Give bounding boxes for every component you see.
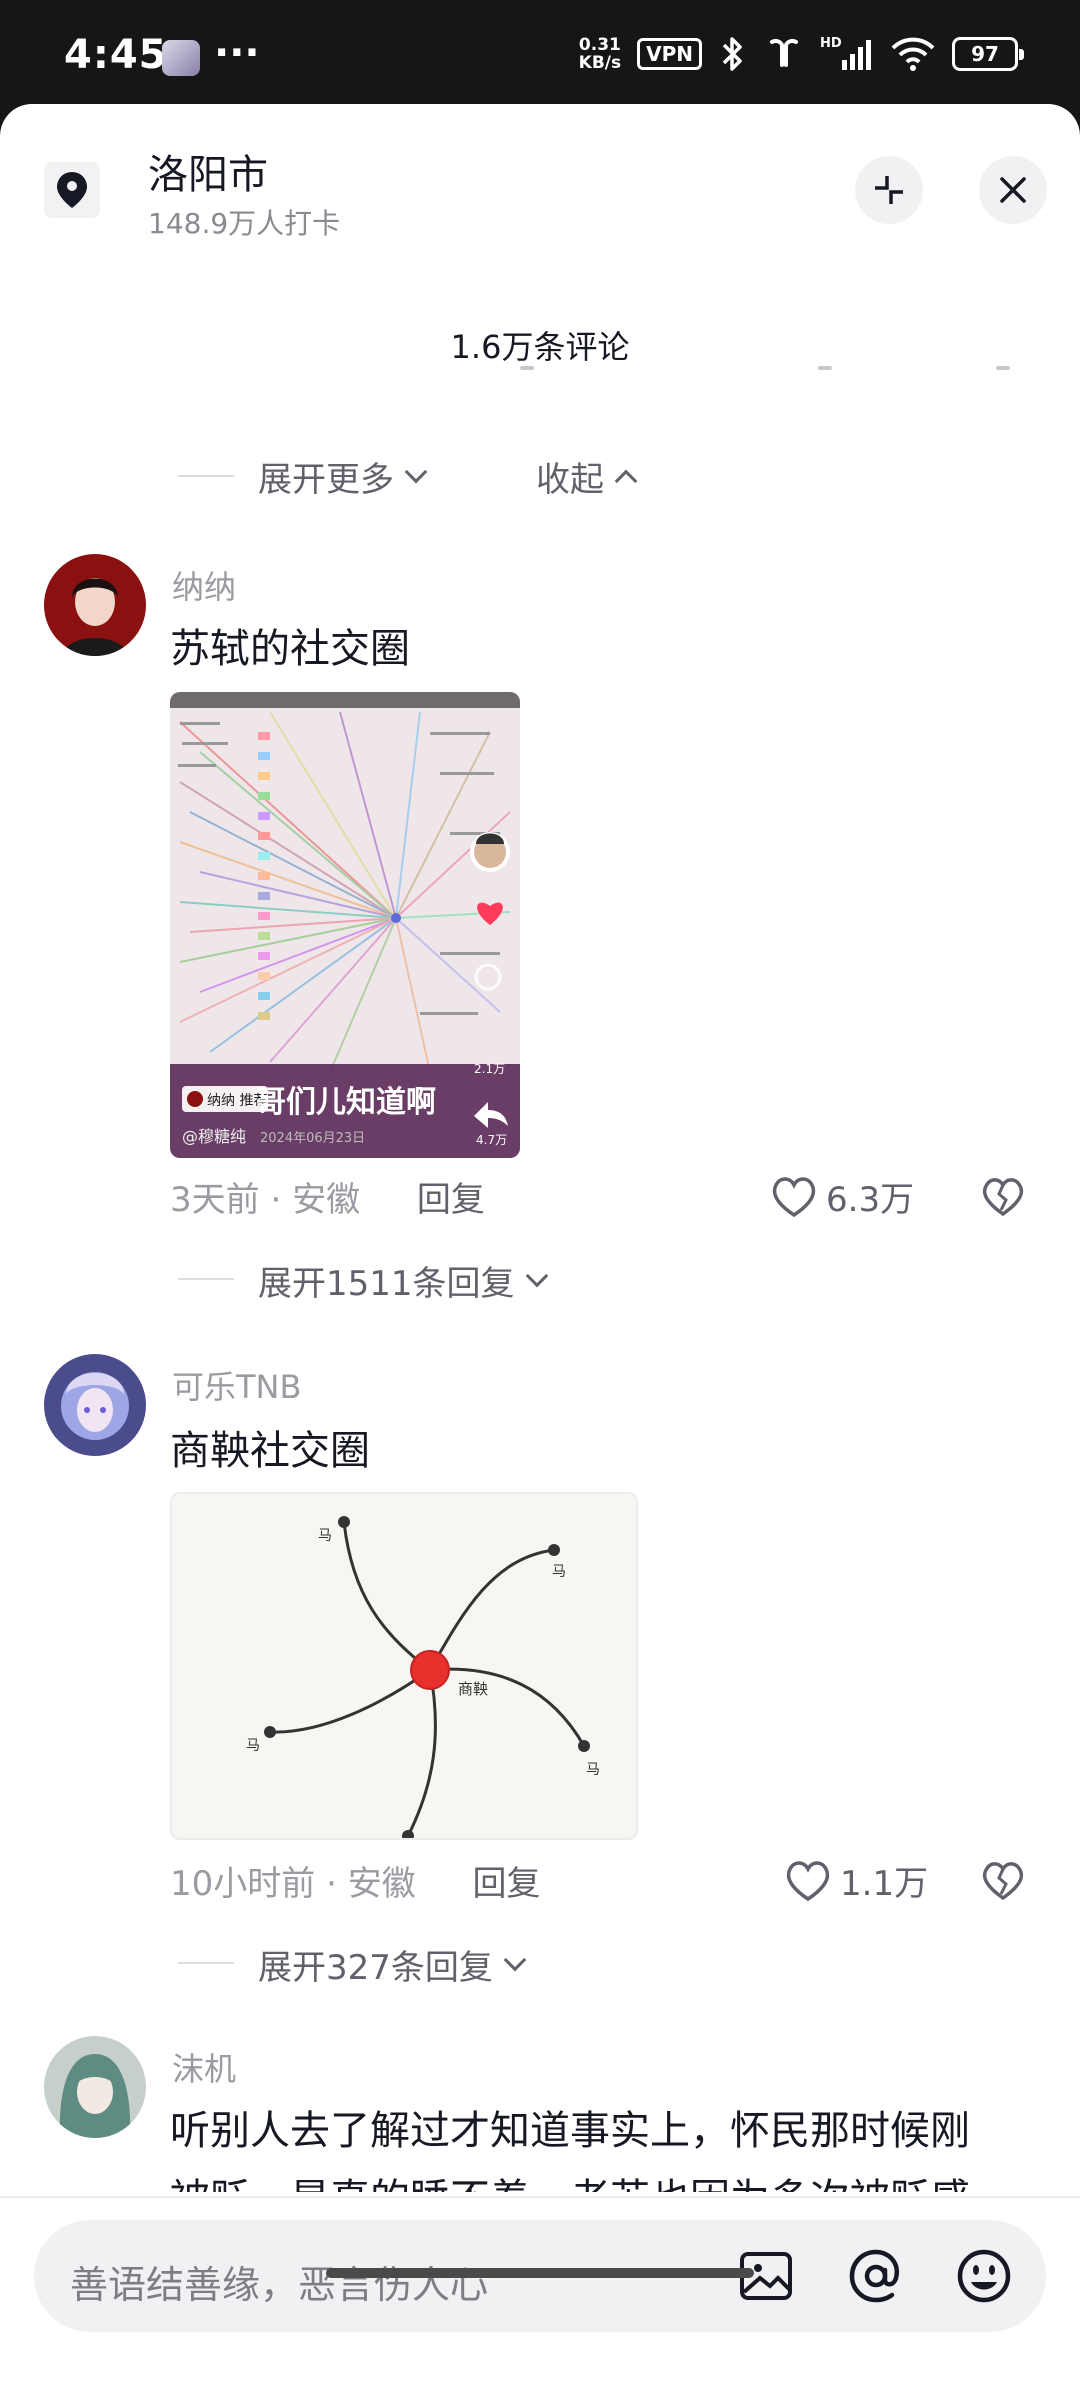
expand-replies-button[interactable]: 展开327条回复 xyxy=(258,1940,527,1989)
bluetooth-icon xyxy=(722,37,742,71)
network-speed-value: 0.31 xyxy=(578,35,621,55)
location-title[interactable]: 洛阳市 xyxy=(148,142,268,200)
close-icon xyxy=(1000,177,1026,203)
emoji-icon[interactable] xyxy=(954,2246,1014,2306)
comment-region: 安徽 xyxy=(347,1864,416,1904)
hidden-content-edge xyxy=(0,366,1080,374)
video-like-count: 2.1万 xyxy=(474,1062,505,1076)
comment-text: 商鞅社交圈 xyxy=(170,1428,370,1474)
comment-region: 安徽 xyxy=(292,1180,361,1220)
close-button[interactable] xyxy=(979,156,1047,224)
status-bar: 4:45 ··· 0.31 KB/s VPN HD 97 xyxy=(0,0,1080,108)
comment-text: 苏轼的社交圈 xyxy=(170,626,410,672)
node-label: 马 xyxy=(318,1528,332,1544)
svg-text:HD: HD xyxy=(820,36,842,51)
avatar[interactable] xyxy=(44,554,146,656)
comment-time: 10小时前 xyxy=(170,1864,316,1904)
vpn-badge: VPN xyxy=(637,38,702,70)
meta-separator: · xyxy=(326,1864,348,1904)
shrink-icon xyxy=(875,176,903,204)
chevron-up-icon xyxy=(614,469,638,492)
cellular-signal-icon: HD xyxy=(820,36,871,70)
reply-button[interactable]: 回复 xyxy=(417,1180,485,1220)
app-notification-icon xyxy=(162,40,200,76)
dislike-button[interactable] xyxy=(980,1176,1026,1222)
comment-username[interactable]: 可乐TNB xyxy=(172,1362,301,1408)
location-pin-icon[interactable] xyxy=(44,162,100,218)
node-center-label: 商鞅 xyxy=(458,1680,488,1698)
video-date: 2024年06月23日 xyxy=(260,1131,365,1146)
location-checkins: 148.9万人打卡 xyxy=(148,207,341,240)
comment-meta: 3天前 · 安徽 回复 xyxy=(170,1172,485,1221)
video-author: @穆糖纯 xyxy=(182,1127,246,1146)
chevron-down-icon xyxy=(525,1264,548,1287)
heart-icon xyxy=(772,1176,816,1217)
comment-username[interactable]: 纳纳 xyxy=(172,562,236,608)
broken-heart-icon xyxy=(982,1862,1024,1901)
dislike-button[interactable] xyxy=(980,1860,1026,1906)
avatar[interactable] xyxy=(44,1354,146,1456)
node-label: 马 xyxy=(552,1564,566,1580)
at-icon[interactable] xyxy=(846,2246,906,2306)
expand-replies-label: 展开327条回复 xyxy=(258,1948,493,1988)
network-speed: 0.31 KB/s xyxy=(579,36,621,72)
collapse-button[interactable]: 收起 xyxy=(536,452,638,501)
collapse-label: 收起 xyxy=(536,460,604,500)
earbuds-icon xyxy=(770,38,798,67)
comment-input-placeholder: 善语结善缘，恶言伤人心 xyxy=(70,2263,489,2307)
expand-replies-label: 展开1511条回复 xyxy=(258,1264,515,1304)
battery-indicator: 97 xyxy=(952,37,1024,71)
broken-heart-icon xyxy=(982,1178,1024,1217)
comment-meta: 10小时前 · 安徽 回复 xyxy=(170,1856,541,1905)
video-caption: 哥们儿知道啊 xyxy=(256,1085,436,1120)
divider-line xyxy=(178,475,234,477)
shrink-button[interactable] xyxy=(855,156,923,224)
expand-replies-button[interactable]: 展开1511条回复 xyxy=(258,1256,548,1305)
comment-image-video[interactable]: 纳纳 推荐 哥们儿知道啊 @穆糖纯 2024年06月23日 2.1万 4.7万 xyxy=(170,692,520,1158)
like-count: 6.3万 xyxy=(826,1180,915,1220)
divider-line xyxy=(178,1962,234,1964)
more-notifications-icon: ··· xyxy=(214,30,260,76)
chevron-down-icon xyxy=(404,460,428,483)
expand-more-label: 展开更多 xyxy=(258,460,394,500)
divider-line xyxy=(178,1278,234,1280)
comment-time: 3天前 xyxy=(170,1180,260,1220)
input-divider xyxy=(0,2196,1080,2198)
node-label: 马 xyxy=(586,1762,600,1778)
comment-count: 1.6万条评论 xyxy=(450,328,630,366)
status-time: 4:45 xyxy=(64,32,168,78)
expand-more-button[interactable]: 展开更多 xyxy=(258,452,428,501)
video-share-count: 4.7万 xyxy=(476,1133,507,1147)
node-label: 马 xyxy=(246,1738,260,1754)
meta-separator: · xyxy=(270,1180,293,1220)
network-speed-unit: KB/s xyxy=(578,53,622,73)
like-button[interactable]: 1.1万 xyxy=(784,1856,928,1905)
chevron-down-icon xyxy=(503,1948,527,1971)
comment-username[interactable]: 沫机 xyxy=(172,2044,236,2090)
avatar[interactable] xyxy=(44,2036,146,2138)
comments-sheet: 洛阳市 148.9万人打卡 1.6万条评论 展开更多 收起 纳纳 苏轼的社交圈 xyxy=(0,104,1080,2400)
comment-image[interactable]: 商鞅 马 马 马 马 xyxy=(170,1492,638,1840)
reply-button[interactable]: 回复 xyxy=(473,1864,541,1904)
home-indicator[interactable] xyxy=(326,2268,754,2278)
heart-icon xyxy=(786,1860,830,1901)
like-button[interactable]: 6.3万 xyxy=(770,1172,914,1221)
wifi-icon xyxy=(891,37,935,71)
comment-text: 听别人去了解过才知道事实上，怀民那时候刚 xyxy=(170,2108,970,2154)
like-count: 1.1万 xyxy=(840,1864,929,1904)
